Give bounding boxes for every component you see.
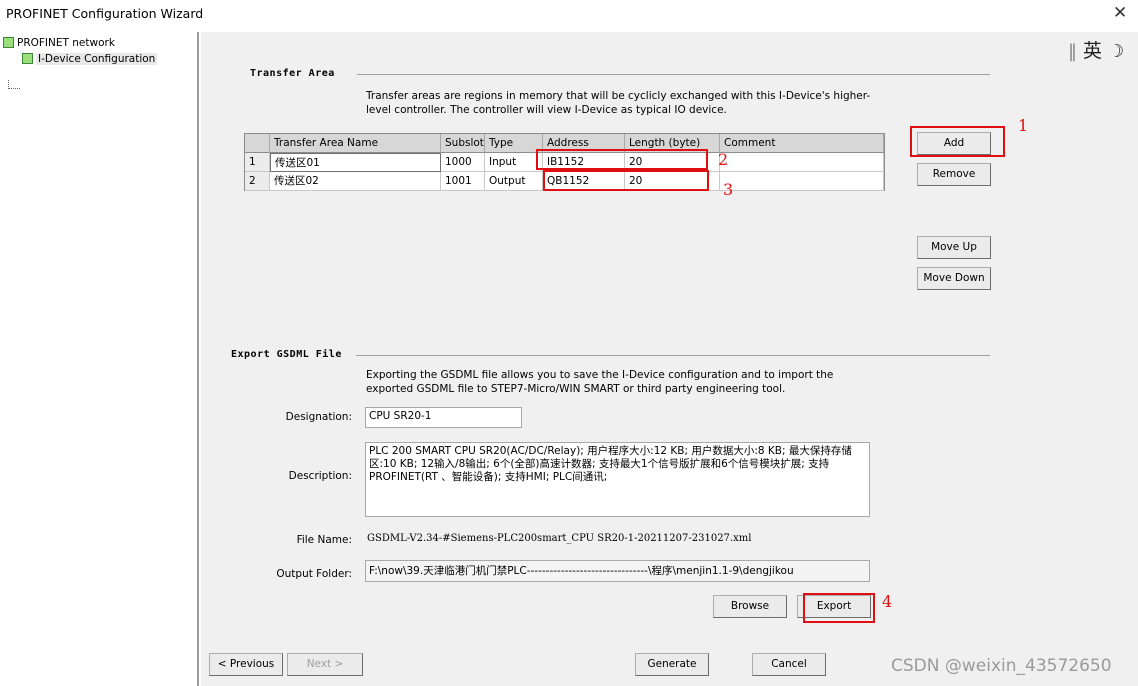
annotation-number: 2 [718,150,729,169]
annotation-box [543,170,709,191]
transfer-area-description: Transfer areas are regions in memory tha… [366,90,871,116]
section-divider [356,355,990,356]
comment-cell[interactable] [720,172,884,191]
designation-label: Designation: [285,411,352,423]
description-textarea[interactable]: PLC 200 SMART CPU SR20(AC/DC/Relay); 用户程… [365,442,870,517]
table-corner-header [245,134,270,153]
green-square-icon [22,53,33,64]
transfer-area-name-cell[interactable]: 传送区01 [270,153,441,172]
subslot-cell[interactable]: 1001 [441,172,485,191]
output-folder-field[interactable]: F:\now\39.天津临港门机门禁PLC-------------------… [365,560,870,582]
transfer-area-name-cell[interactable]: 传送区02 [270,172,441,191]
move-up-button[interactable]: Move Up [917,236,991,259]
ime-indicator[interactable]: ‖ 英 ☽ [1068,36,1124,63]
ime-separator: ‖ [1068,41,1077,62]
output-folder-label: Output Folder: [276,568,352,580]
export-description: Exporting the GSDML file allows you to s… [366,369,834,395]
cancel-button[interactable]: Cancel [752,653,826,676]
subslot-cell[interactable]: 1000 [441,153,485,172]
move-down-button[interactable]: Move Down [917,267,991,290]
close-icon[interactable]: ✕ [1113,3,1127,23]
section-divider [357,74,990,75]
column-header[interactable]: Comment [720,134,884,153]
watermark: CSDN @weixin_43572650 [891,656,1112,676]
row-number: 2 [245,172,270,191]
type-cell[interactable]: Input [485,153,543,172]
annotation-box [536,149,708,170]
column-header[interactable]: Subslot [441,134,485,153]
annotation-number: 4 [882,592,893,611]
designation-input[interactable]: CPU SR20-1 [365,407,522,428]
column-header[interactable]: Transfer Area Name [270,134,441,153]
annotation-box [910,126,1005,157]
tree-connector [8,80,20,89]
tree-item-i-device-configuration[interactable]: I-Device Configuration [22,51,158,67]
row-number: 1 [245,153,270,172]
ime-language: 英 [1083,40,1103,62]
annotation-box [803,593,875,623]
navigation-tree: PROFINET network I-Device Configuration [0,32,199,686]
column-header[interactable]: Type [485,134,543,153]
file-name-value: GSDML-V2.34-#Siemens-PLC200smart_CPU SR2… [367,533,752,544]
type-cell[interactable]: Output [485,172,543,191]
file-name-label: File Name: [296,534,352,546]
title-bar: PROFINET Configuration Wizard ✕ [0,0,1138,30]
description-label: Description: [288,470,352,482]
annotation-number: 3 [723,180,734,199]
remove-button[interactable]: Remove [917,163,991,186]
generate-button[interactable]: Generate [635,653,709,676]
previous-button[interactable]: < Previous [209,653,283,676]
transfer-area-heading: Transfer Area [250,68,335,79]
window-title: PROFINET Configuration Wizard [6,6,204,21]
browse-button[interactable]: Browse [713,595,787,618]
comment-cell[interactable] [720,153,884,172]
annotation-number: 1 [1018,116,1029,135]
export-gsdml-heading: Export GSDML File [231,349,342,360]
green-square-icon [3,37,14,48]
tree-item-profinet-network[interactable]: PROFINET network [3,35,115,51]
next-button[interactable]: Next > [287,653,363,676]
moon-icon: ☽ [1108,41,1125,62]
